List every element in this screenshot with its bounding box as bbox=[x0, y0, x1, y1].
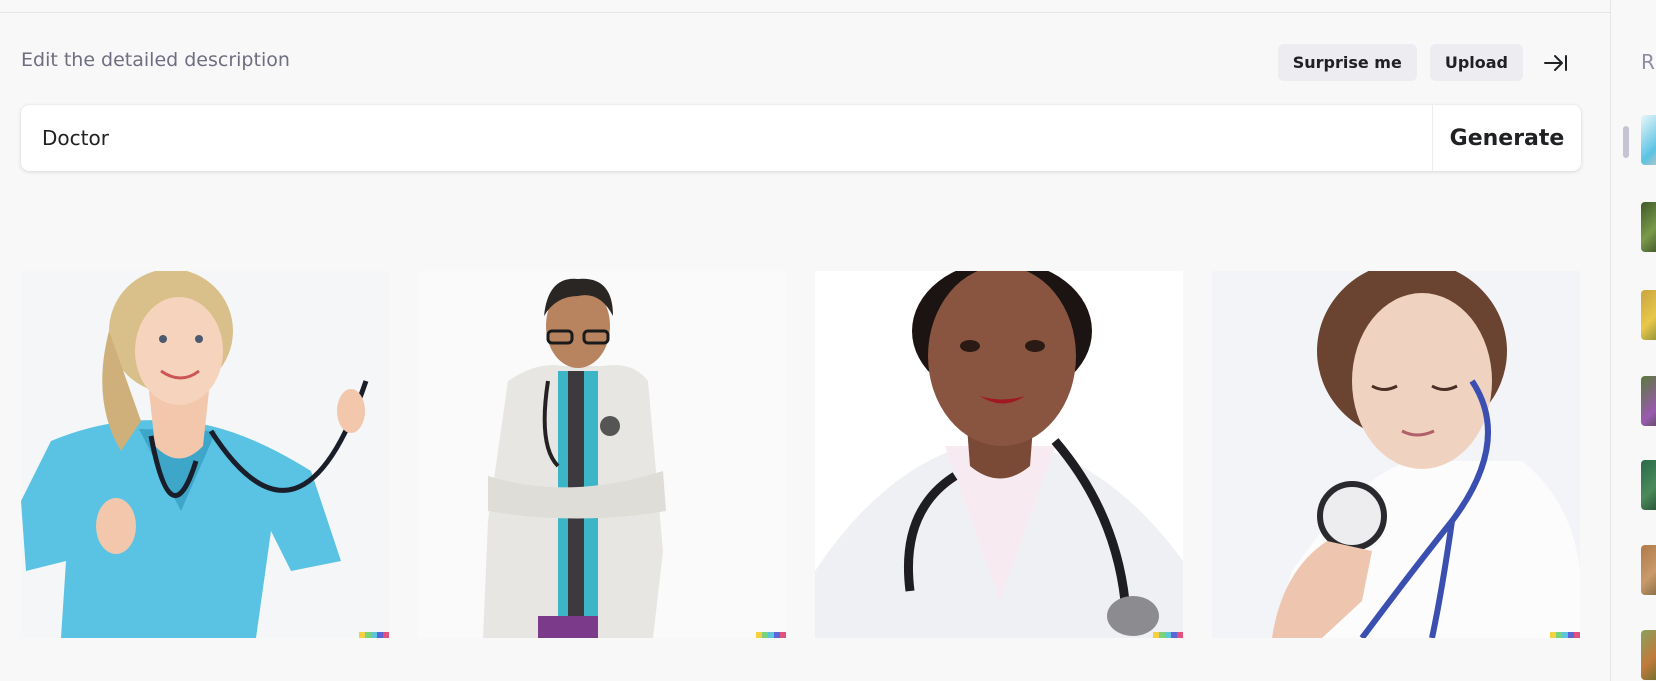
dalle-signature bbox=[1550, 632, 1580, 638]
history-thumbnail[interactable] bbox=[1641, 460, 1656, 510]
result-image-3[interactable] bbox=[815, 271, 1183, 638]
sidebar-scrollbar[interactable] bbox=[1623, 126, 1629, 158]
dalle-signature bbox=[1153, 632, 1183, 638]
generate-button[interactable]: Generate bbox=[1432, 105, 1581, 171]
recent-sidebar: R bbox=[1610, 0, 1656, 681]
arrow-to-right-bar-icon bbox=[1544, 54, 1567, 71]
result-image-4[interactable] bbox=[1212, 271, 1580, 638]
result-image-1[interactable] bbox=[21, 271, 389, 638]
history-thumbnail[interactable] bbox=[1641, 290, 1656, 340]
history-thumbnail[interactable] bbox=[1641, 115, 1656, 165]
result-image-2[interactable] bbox=[418, 271, 786, 638]
result-image-1-art bbox=[21, 271, 389, 638]
history-thumbnail[interactable] bbox=[1641, 376, 1656, 426]
history-thumbnail[interactable] bbox=[1641, 202, 1656, 252]
prompt-input[interactable] bbox=[21, 105, 1432, 171]
surprise-me-button[interactable]: Surprise me bbox=[1277, 44, 1417, 81]
result-image-2-art bbox=[418, 271, 786, 638]
top-actions: Surprise me Upload bbox=[1277, 44, 1576, 81]
history-thumbnail[interactable] bbox=[1641, 630, 1656, 680]
collapse-sidebar-button[interactable] bbox=[1536, 44, 1576, 81]
dalle-signature bbox=[756, 632, 786, 638]
results-gallery bbox=[21, 271, 1581, 638]
upload-button[interactable]: Upload bbox=[1429, 44, 1523, 81]
description-label: Edit the detailed description bbox=[21, 49, 290, 71]
history-thumbnail[interactable] bbox=[1641, 545, 1656, 595]
result-image-3-art bbox=[815, 271, 1183, 638]
sidebar-heading: R bbox=[1641, 50, 1655, 74]
prompt-bar: Generate bbox=[21, 105, 1581, 171]
dalle-signature bbox=[359, 632, 389, 638]
main-panel: Edit the detailed description Surprise m… bbox=[0, 0, 1610, 681]
result-image-4-art bbox=[1212, 271, 1580, 638]
